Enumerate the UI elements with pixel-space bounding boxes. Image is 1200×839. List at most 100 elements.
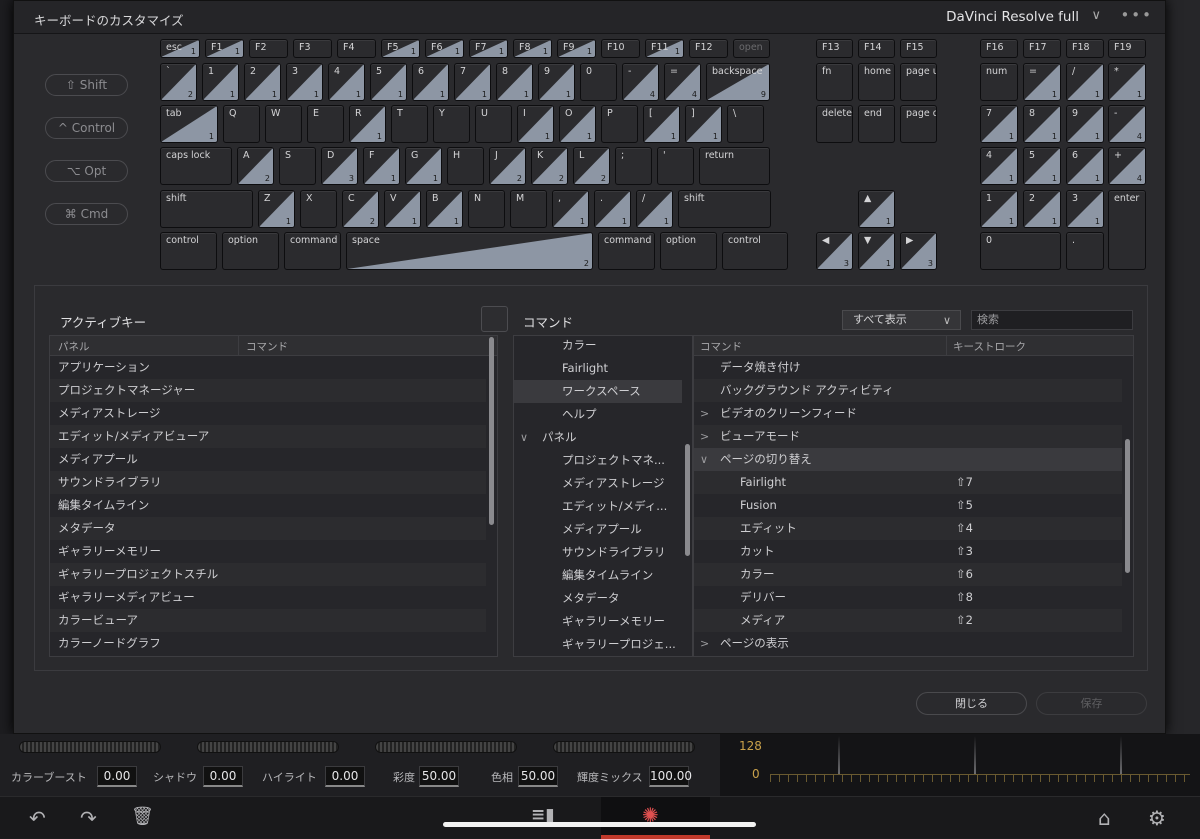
key-f12[interactable]: F12 (689, 39, 728, 58)
key-f2[interactable]: F2 (249, 39, 288, 58)
key-y[interactable]: Y (433, 105, 470, 143)
search-input[interactable]: 検索 (971, 310, 1133, 330)
list-item[interactable]: メディアストレージ (50, 402, 486, 425)
key-z[interactable]: Z1 (258, 190, 295, 228)
tree-item[interactable]: 編集タイムライン (514, 564, 682, 587)
list-item[interactable]: カラービューア (50, 609, 486, 632)
key-o[interactable]: O1 (559, 105, 596, 143)
modifier-option-button[interactable]: ⌥ Opt (45, 160, 128, 182)
key-1[interactable]: 11 (980, 190, 1018, 228)
table-row[interactable]: デリバー ⇧8 (694, 586, 1122, 609)
undo-icon[interactable]: ↶ (29, 806, 46, 830)
list-item[interactable]: 編集タイムライン (50, 494, 486, 517)
tree-item[interactable]: メディアプール (514, 518, 682, 541)
key-x[interactable]: X (300, 190, 337, 228)
key-0[interactable]: 0 (980, 232, 1061, 270)
tree-item[interactable]: ヘルプ (514, 403, 682, 426)
key-symbol[interactable]: ' (657, 147, 694, 185)
key-command[interactable]: command (284, 232, 341, 270)
key-w[interactable]: W (265, 105, 302, 143)
table-row[interactable]: カット ⇧3 (694, 540, 1122, 563)
tree-item[interactable]: ワークスペース (514, 380, 682, 403)
key-0[interactable]: 0 (580, 63, 617, 101)
key-fn[interactable]: fn (816, 63, 853, 101)
key-d[interactable]: D3 (321, 147, 358, 185)
key-open[interactable]: open (733, 39, 770, 58)
color-param-value[interactable]: 0.00 (203, 766, 243, 787)
key-symbol[interactable]: ] 1 (685, 105, 722, 143)
tree-item[interactable]: カラー (514, 336, 682, 357)
command-tree-scrollbar[interactable] (685, 444, 690, 556)
key-e[interactable]: E (307, 105, 344, 143)
key-b[interactable]: B1 (426, 190, 463, 228)
table-row[interactable]: メディア ⇧2 (694, 609, 1122, 632)
key-h[interactable]: H (447, 147, 484, 185)
color-page-icon[interactable]: ✺ (642, 803, 659, 827)
key-command[interactable]: command (598, 232, 655, 270)
modifier-command-button[interactable]: ⌘ Cmd (45, 203, 128, 225)
key-option[interactable]: option (660, 232, 717, 270)
key-c[interactable]: C2 (342, 190, 379, 228)
table-row[interactable]: エディット ⇧4 (694, 517, 1122, 540)
key-q[interactable]: Q (223, 105, 260, 143)
list-item[interactable]: エディット/メディアビューア (50, 425, 486, 448)
command-list-scrollbar[interactable] (1125, 439, 1130, 573)
list-item[interactable]: ギャラリーメディアビュー (50, 586, 486, 609)
key-f9[interactable]: F9 1 (557, 39, 596, 58)
key-shift[interactable]: shift (678, 190, 771, 228)
key-f15[interactable]: F15 (900, 39, 937, 58)
close-button[interactable]: 閉じる (916, 692, 1027, 715)
key-symbol[interactable]: [1 (643, 105, 680, 143)
table-row[interactable]: > ページの表示 (694, 632, 1122, 655)
key-f4[interactable]: F4 (337, 39, 376, 58)
key-r[interactable]: R1 (349, 105, 386, 143)
key-f13[interactable]: F13 (816, 39, 853, 58)
key-symbol[interactable]: \ (727, 105, 764, 143)
key-f1[interactable]: F1 1 (205, 39, 244, 58)
key-caps-lock[interactable]: caps lock (160, 147, 232, 185)
key-i[interactable]: I1 (517, 105, 554, 143)
key-return[interactable]: return (699, 147, 770, 185)
list-item[interactable]: ギャラリーメモリー (50, 540, 486, 563)
key-num[interactable]: num (980, 63, 1018, 101)
key-space[interactable]: space 2 (346, 232, 593, 270)
key-symbol[interactable]: ▼ 1 (858, 232, 895, 270)
key-t[interactable]: T (391, 105, 428, 143)
wheel-offset-jog[interactable] (553, 741, 695, 753)
key-n[interactable]: N (468, 190, 505, 228)
tree-item[interactable]: メディアストレージ (514, 472, 682, 495)
chevron-right-icon[interactable]: > (700, 632, 709, 655)
wheel-gamma-jog[interactable] (197, 741, 339, 753)
key-9[interactable]: 91 (538, 63, 575, 101)
active-keys-scrollbar[interactable] (489, 337, 494, 525)
key-page-up[interactable]: page up (900, 63, 937, 101)
key-f11[interactable]: F11 1 (645, 39, 684, 58)
key-esc[interactable]: esc 1 (160, 39, 200, 58)
table-row[interactable]: Fairlight ⇧7 (694, 471, 1122, 494)
key-8[interactable]: 81 (1023, 105, 1061, 143)
key-1[interactable]: 11 (202, 63, 239, 101)
key-p[interactable]: P (601, 105, 638, 143)
key-enter[interactable]: enter (1108, 190, 1146, 270)
key-f[interactable]: F1 (363, 147, 400, 185)
wheel-gain-jog[interactable] (375, 741, 517, 753)
key-symbol[interactable]: ` 2 (160, 63, 197, 101)
color-param-value[interactable]: 0.00 (97, 766, 137, 787)
key-m[interactable]: M (510, 190, 547, 228)
wheel-lift-jog[interactable] (19, 741, 161, 753)
chevron-down-icon[interactable]: ∨ (700, 448, 708, 471)
color-param-value[interactable]: 0.00 (325, 766, 365, 787)
table-row[interactable]: カラー ⇧6 (694, 563, 1122, 586)
key-4[interactable]: 41 (980, 147, 1018, 185)
key-f16[interactable]: F16 (980, 39, 1018, 58)
key-2[interactable]: 21 (244, 63, 281, 101)
key-u[interactable]: U (475, 105, 512, 143)
table-row[interactable]: > ビデオのクリーンフィード (694, 402, 1122, 425)
key-symbol[interactable]: ; (615, 147, 652, 185)
trash-icon[interactable]: 🗑 (131, 806, 154, 827)
key-symbol[interactable]: . (1066, 232, 1104, 270)
key-j[interactable]: J2 (489, 147, 526, 185)
key-f6[interactable]: F6 1 (425, 39, 464, 58)
key-7[interactable]: 71 (980, 105, 1018, 143)
preset-dropdown[interactable]: DaVinci Resolve full (946, 9, 1079, 25)
